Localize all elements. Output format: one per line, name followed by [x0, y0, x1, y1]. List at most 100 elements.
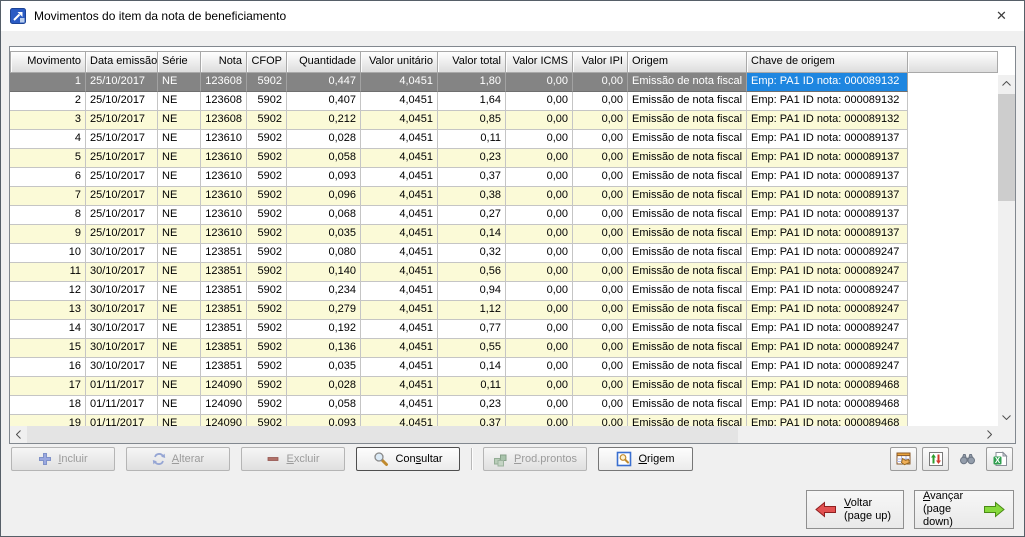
close-button[interactable]: ✕	[979, 1, 1024, 31]
cell-valor_total[interactable]: 0,23	[438, 149, 506, 168]
cell-serie[interactable]: NE	[158, 73, 201, 92]
cell-data_emissao[interactable]: 01/11/2017	[86, 415, 158, 426]
cell-chave_de_origem[interactable]: Emp: PA1 ID nota: 000089137	[747, 130, 908, 149]
cell-cfop[interactable]: 5902	[247, 263, 287, 282]
table-row[interactable]: 925/10/2017NE12361059020,0354,04510,140,…	[10, 225, 998, 244]
cell-origem[interactable]: Emissão de nota fiscal	[628, 149, 747, 168]
cell-data_emissao[interactable]: 01/11/2017	[86, 377, 158, 396]
cell-cfop[interactable]: 5902	[247, 225, 287, 244]
vertical-scroll-thumb[interactable]	[998, 94, 1015, 201]
cell-nota[interactable]: 123851	[201, 263, 247, 282]
cell-valor_ipi[interactable]: 0,00	[573, 396, 628, 415]
table-row[interactable]: 1230/10/2017NE12385159020,2344,04510,940…	[10, 282, 998, 301]
cell-serie[interactable]: NE	[158, 301, 201, 320]
cell-nota[interactable]: 123610	[201, 168, 247, 187]
cell-chave_de_origem[interactable]: Emp: PA1 ID nota: 000089137	[747, 187, 908, 206]
cell-origem[interactable]: Emissão de nota fiscal	[628, 358, 747, 377]
cell-serie[interactable]: NE	[158, 92, 201, 111]
cell-serie[interactable]: NE	[158, 111, 201, 130]
cell-serie[interactable]: NE	[158, 187, 201, 206]
table-row[interactable]: 1801/11/2017NE12409059020,0584,04510,230…	[10, 396, 998, 415]
cell-serie[interactable]: NE	[158, 358, 201, 377]
cell-cfop[interactable]: 5902	[247, 282, 287, 301]
cell-movimento[interactable]: 13	[10, 301, 86, 320]
column-header-origem[interactable]: Origem	[628, 51, 747, 73]
cell-nota[interactable]: 124090	[201, 396, 247, 415]
cell-chave_de_origem[interactable]: Emp: PA1 ID nota: 000089132	[747, 92, 908, 111]
cell-cfop[interactable]: 5902	[247, 396, 287, 415]
cell-valor_icms[interactable]: 0,00	[506, 263, 573, 282]
cell-nota[interactable]: 123851	[201, 320, 247, 339]
cell-valor_ipi[interactable]: 0,00	[573, 187, 628, 206]
consultar-button[interactable]: Consultar	[356, 447, 460, 471]
cell-quantidade[interactable]: 0,093	[287, 168, 361, 187]
cell-nota[interactable]: 123851	[201, 358, 247, 377]
cell-movimento[interactable]: 6	[10, 168, 86, 187]
cell-chave_de_origem[interactable]: Emp: PA1 ID nota: 000089247	[747, 244, 908, 263]
table-row[interactable]: 1630/10/2017NE12385159020,0354,04510,140…	[10, 358, 998, 377]
column-header-valor_unitario[interactable]: Valor unitário	[361, 51, 438, 73]
cell-valor_total[interactable]: 0,32	[438, 244, 506, 263]
cell-origem[interactable]: Emissão de nota fiscal	[628, 225, 747, 244]
grid-hand-button[interactable]	[890, 447, 917, 471]
cell-valor_unitario[interactable]: 4,0451	[361, 130, 438, 149]
cell-valor_icms[interactable]: 0,00	[506, 149, 573, 168]
cell-valor_ipi[interactable]: 0,00	[573, 92, 628, 111]
cell-nota[interactable]: 123610	[201, 130, 247, 149]
table-row[interactable]: 1701/11/2017NE12409059020,0284,04510,110…	[10, 377, 998, 396]
cell-origem[interactable]: Emissão de nota fiscal	[628, 168, 747, 187]
cell-origem[interactable]: Emissão de nota fiscal	[628, 263, 747, 282]
cell-serie[interactable]: NE	[158, 263, 201, 282]
cell-nota[interactable]: 124090	[201, 415, 247, 426]
cell-quantidade[interactable]: 0,140	[287, 263, 361, 282]
cell-data_emissao[interactable]: 25/10/2017	[86, 149, 158, 168]
cell-valor_unitario[interactable]: 4,0451	[361, 415, 438, 426]
scroll-down-button[interactable]	[998, 409, 1015, 426]
cell-serie[interactable]: NE	[158, 149, 201, 168]
cell-valor_ipi[interactable]: 0,00	[573, 339, 628, 358]
cell-serie[interactable]: NE	[158, 415, 201, 426]
column-header-cfop[interactable]: CFOP	[247, 51, 287, 73]
cell-nota[interactable]: 123610	[201, 206, 247, 225]
cell-movimento[interactable]: 18	[10, 396, 86, 415]
cell-valor_icms[interactable]: 0,00	[506, 415, 573, 426]
cell-chave_de_origem[interactable]: Emp: PA1 ID nota: 000089137	[747, 206, 908, 225]
excluir-button[interactable]: Excluir	[241, 447, 345, 471]
cell-quantidade[interactable]: 0,407	[287, 92, 361, 111]
cell-valor_ipi[interactable]: 0,00	[573, 263, 628, 282]
cell-nota[interactable]: 123851	[201, 301, 247, 320]
cell-valor_unitario[interactable]: 4,0451	[361, 73, 438, 92]
cell-valor_unitario[interactable]: 4,0451	[361, 92, 438, 111]
cell-valor_ipi[interactable]: 0,00	[573, 320, 628, 339]
cell-valor_ipi[interactable]: 0,00	[573, 149, 628, 168]
cell-valor_ipi[interactable]: 0,00	[573, 358, 628, 377]
column-header-movimento[interactable]: Movimento	[10, 51, 86, 73]
cell-chave_de_origem[interactable]: Emp: PA1 ID nota: 000089247	[747, 282, 908, 301]
cell-movimento[interactable]: 14	[10, 320, 86, 339]
cell-valor_unitario[interactable]: 4,0451	[361, 377, 438, 396]
cell-cfop[interactable]: 5902	[247, 130, 287, 149]
cell-cfop[interactable]: 5902	[247, 149, 287, 168]
cell-data_emissao[interactable]: 25/10/2017	[86, 73, 158, 92]
cell-serie[interactable]: NE	[158, 168, 201, 187]
cell-quantidade[interactable]: 0,058	[287, 149, 361, 168]
cell-valor_ipi[interactable]: 0,00	[573, 111, 628, 130]
cell-nota[interactable]: 123851	[201, 282, 247, 301]
horizontal-scrollbar[interactable]	[10, 426, 998, 443]
cell-quantidade[interactable]: 0,080	[287, 244, 361, 263]
cell-valor_icms[interactable]: 0,00	[506, 73, 573, 92]
cell-origem[interactable]: Emissão de nota fiscal	[628, 130, 747, 149]
cell-quantidade[interactable]: 0,068	[287, 206, 361, 225]
cell-chave_de_origem[interactable]: Emp: PA1 ID nota: 000089247	[747, 358, 908, 377]
cell-serie[interactable]: NE	[158, 320, 201, 339]
cell-chave_de_origem[interactable]: Emp: PA1 ID nota: 000089247	[747, 263, 908, 282]
cell-valor_unitario[interactable]: 4,0451	[361, 225, 438, 244]
cell-cfop[interactable]: 5902	[247, 206, 287, 225]
cell-origem[interactable]: Emissão de nota fiscal	[628, 377, 747, 396]
cell-movimento[interactable]: 7	[10, 187, 86, 206]
cell-valor_ipi[interactable]: 0,00	[573, 225, 628, 244]
cell-valor_unitario[interactable]: 4,0451	[361, 149, 438, 168]
cell-chave_de_origem[interactable]: Emp: PA1 ID nota: 000089132	[747, 73, 908, 92]
cell-serie[interactable]: NE	[158, 339, 201, 358]
cell-movimento[interactable]: 8	[10, 206, 86, 225]
